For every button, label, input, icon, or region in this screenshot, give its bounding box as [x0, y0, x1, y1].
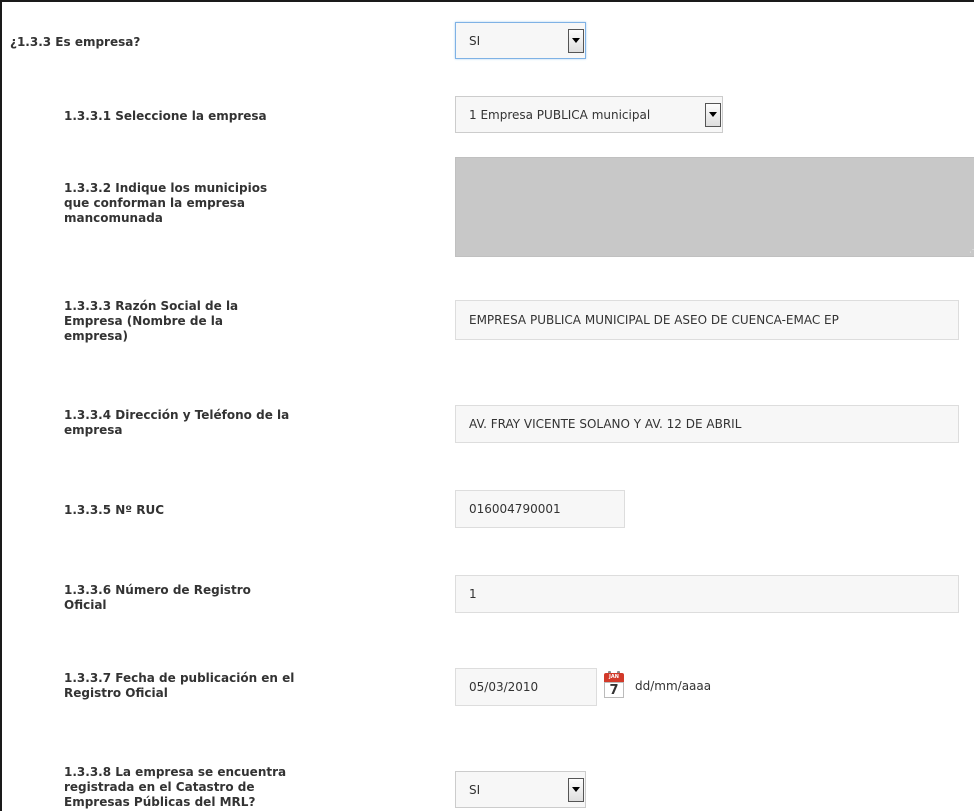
question-label-empresa: ¿1.3.3 Es empresa?	[10, 35, 141, 49]
empresa-type-select[interactable]: 1 Empresa PUBLICA municipal	[455, 96, 723, 133]
es-empresa-select[interactable]: SI	[455, 22, 586, 59]
date-format-hint: dd/mm/aaaa	[635, 679, 712, 693]
empresa-type-select-value: 1 Empresa PUBLICA municipal	[469, 107, 651, 122]
question-label-fecha-publicacion: 1.3.3.7 Fecha de publicación en el Regis…	[64, 671, 295, 700]
razon-social-input[interactable]: EMPRESA PUBLICA MUNICIPAL DE ASEO DE CUE…	[455, 300, 959, 340]
calendar-day: 7	[604, 682, 624, 698]
resize-grip-icon[interactable]: ⋰	[969, 246, 974, 254]
catastro-select[interactable]: SI	[455, 771, 586, 808]
municipios-textarea[interactable]: ⋰	[455, 157, 974, 257]
question-label-ruc: 1.3.3.5 Nº RUC	[64, 503, 165, 517]
direccion-telefono-input[interactable]: AV. FRAY VICENTE SOLANO Y AV. 12 DE ABRI…	[455, 405, 959, 443]
question-label-seleccione-empresa: 1.3.3.1 Seleccione la empresa	[64, 109, 267, 123]
form-container: ¿1.3.3 Es empresa? SI 1.3.3.1 Seleccione…	[0, 0, 974, 811]
question-label-razon-social: 1.3.3.3 Razón Social de la Empresa (Nomb…	[64, 299, 239, 343]
registro-oficial-input[interactable]: 1	[455, 575, 959, 613]
question-label-municipios: 1.3.3.2 Indique los municipios que confo…	[64, 181, 268, 225]
ruc-input[interactable]: 016004790001	[455, 490, 625, 528]
question-label-direccion: 1.3.3.4 Dirección y Teléfono de la empre…	[64, 408, 290, 437]
question-label-catastro: 1.3.3.8 La empresa se encuentra registra…	[64, 765, 287, 809]
chevron-down-icon[interactable]	[568, 777, 584, 802]
chevron-down-icon[interactable]	[568, 28, 584, 53]
fecha-publicacion-input[interactable]: 05/03/2010	[455, 668, 597, 706]
calendar-icon[interactable]: JAN 7	[601, 671, 627, 702]
catastro-select-value: SI	[469, 782, 481, 797]
es-empresa-select-value: SI	[469, 33, 481, 48]
chevron-down-icon[interactable]	[705, 102, 721, 127]
question-label-registro-oficial: 1.3.3.6 Número de Registro Oficial	[64, 583, 251, 612]
calendar-month: JAN	[604, 673, 624, 682]
